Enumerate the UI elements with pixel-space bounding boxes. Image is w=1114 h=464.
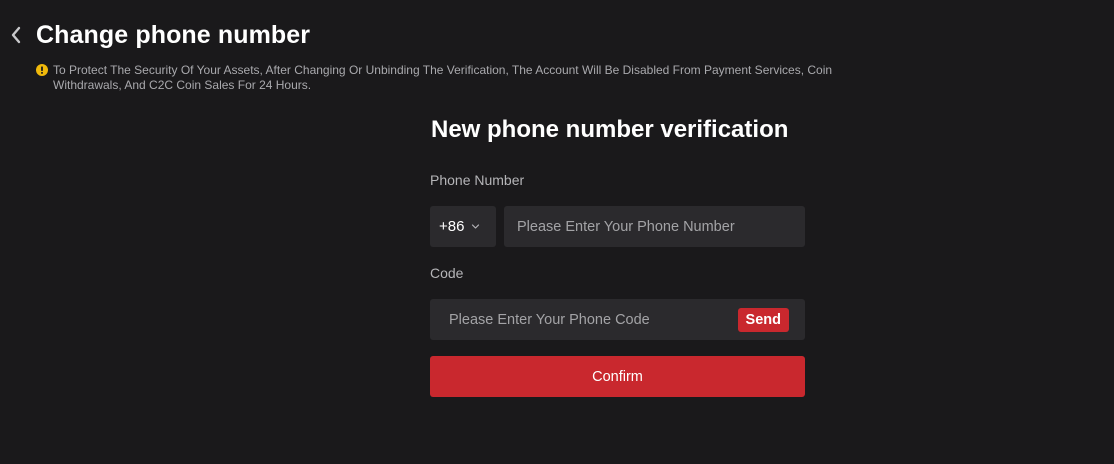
phone-number-label: Phone Number bbox=[430, 172, 525, 188]
chevron-down-icon bbox=[472, 224, 480, 229]
phone-code-input[interactable] bbox=[447, 310, 738, 329]
code-label: Code bbox=[430, 265, 464, 281]
change-phone-page: Change phone number To Protect The Secur… bbox=[0, 0, 1114, 464]
confirm-button[interactable]: Confirm bbox=[430, 356, 805, 397]
phone-row: +86 bbox=[430, 206, 805, 247]
phone-input-wrapper bbox=[504, 206, 805, 247]
form-title: New phone number verification bbox=[431, 116, 789, 143]
country-code-value: +86 bbox=[439, 218, 465, 235]
page-header: Change phone number bbox=[8, 16, 310, 54]
notice-text: To Protect The Security Of Your Assets, … bbox=[53, 63, 833, 92]
send-code-button[interactable]: Send bbox=[737, 307, 789, 332]
code-row: Send bbox=[430, 299, 805, 340]
warning-icon bbox=[36, 64, 48, 76]
country-code-select[interactable]: +86 bbox=[430, 206, 496, 247]
security-notice: To Protect The Security Of Your Assets, … bbox=[36, 63, 896, 93]
chevron-left-icon bbox=[11, 26, 21, 44]
page-title: Change phone number bbox=[36, 20, 311, 49]
back-button[interactable] bbox=[8, 23, 24, 47]
phone-number-input[interactable] bbox=[515, 217, 794, 236]
verification-form: New phone number verification Phone Numb… bbox=[430, 112, 805, 397]
